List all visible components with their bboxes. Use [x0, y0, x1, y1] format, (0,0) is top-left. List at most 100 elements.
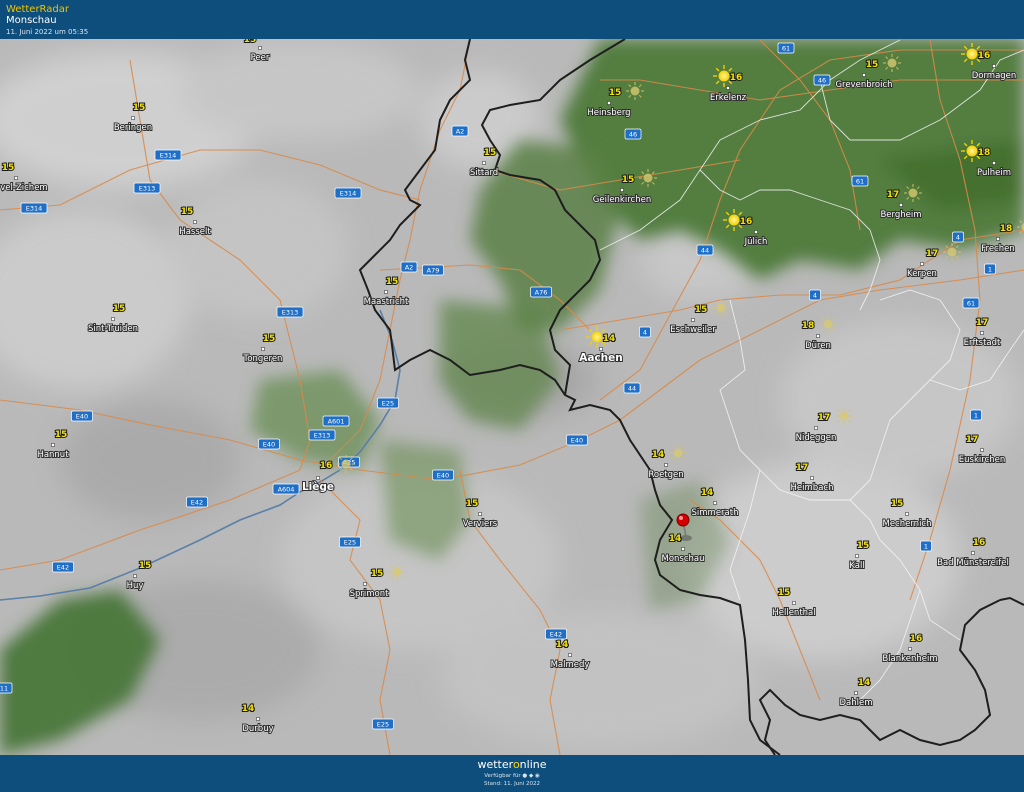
city-dot [14, 176, 18, 180]
temperature-label: 14 [701, 488, 714, 498]
partly-sunny-icon [626, 82, 644, 100]
temperature-label: 14 [556, 640, 569, 650]
road-sign: E314 [154, 149, 182, 161]
temperature-label: 14 [603, 334, 616, 344]
road-sign: E314 [20, 202, 48, 214]
road-sign-label: A601 [328, 417, 345, 425]
apple-icon[interactable]: ● [522, 773, 527, 779]
city-name: Sint-Truiden [88, 324, 138, 334]
temperature-label: 16 [320, 461, 333, 471]
road-sign-label: 1 [974, 411, 978, 419]
road-sign-label: 46 [818, 76, 826, 84]
city-name: Frechen [981, 244, 1015, 254]
city-name: Dormagen [972, 71, 1017, 81]
temperature-label: 14 [242, 704, 255, 714]
temperature-label: 15 [386, 277, 399, 287]
temperature-label: 16 [730, 73, 743, 83]
city-dot [908, 647, 912, 651]
road-sign: 1 [984, 263, 996, 275]
app-title: WetterRadar [6, 4, 70, 15]
road-sign: E42 [545, 628, 567, 640]
road-sign: A76 [530, 286, 552, 298]
city-name: Kerpen [907, 269, 937, 279]
city-dot [980, 448, 984, 452]
windows-icon[interactable]: ◉ [535, 773, 540, 779]
radar-map[interactable]: A2 A2 A79 A76 E314 E314 E314 E313 E313 E313 E40 E40… [0, 39, 1024, 755]
road-sign: 46 [813, 74, 831, 86]
city-name: Verviers [463, 519, 498, 529]
city-dot [478, 512, 482, 516]
city-dot [854, 691, 858, 695]
road-sign: 61 [777, 42, 795, 54]
partly-sunny-icon [337, 455, 355, 473]
timestamp: 11. Juni 2022 um 05:35 [6, 28, 89, 36]
partly-sunny-icon [712, 299, 730, 317]
brand-logo[interactable]: wetteronline [0, 758, 1024, 771]
city-name: Bad Münstereifel [937, 558, 1009, 568]
partly-sunny-icon [669, 444, 687, 462]
partly-sunny-icon [639, 169, 657, 187]
temperature-label: 15 [695, 305, 708, 315]
temperature-label: 16 [740, 217, 753, 227]
road-sign: E25 [339, 536, 361, 548]
temperature-label: 15 [244, 39, 257, 45]
city-name: Simmerath [692, 508, 739, 518]
road-sign-label: E40 [437, 471, 449, 479]
map-canvas[interactable]: A2 A2 A79 A76 E314 E314 E314 E313 E313 E313 E40 E40… [0, 39, 1024, 755]
temperature-label: 17 [976, 318, 989, 328]
city-name: Pulheim [977, 168, 1011, 178]
city-dot [681, 547, 685, 551]
temperature-label: 16 [910, 634, 923, 644]
temperature-label: 14 [652, 450, 665, 460]
city-name: Liège [302, 481, 334, 493]
temperature-label: 16 [973, 538, 986, 548]
partly-sunny-icon [943, 243, 961, 261]
road-sign-label: E25 [382, 399, 394, 407]
temperature-label: 17 [796, 463, 809, 473]
road-sign-label: E313 [139, 184, 156, 192]
road-sign-label: E42 [550, 630, 562, 638]
city-dot [792, 601, 796, 605]
road-sign: E313 [133, 182, 161, 194]
temperature-label: 15 [466, 499, 479, 509]
road-sign-label: 4 [956, 233, 960, 241]
road-sign: 44 [623, 382, 641, 394]
city-dot [620, 188, 624, 192]
city-dot [261, 347, 265, 351]
availability-text: Verfügbar für [484, 773, 521, 779]
temperature-label: 15 [263, 334, 276, 344]
city-name: Beringen [114, 123, 152, 133]
city-name: Peer [251, 53, 270, 63]
road-sign: E313 [276, 306, 304, 318]
android-icon[interactable]: ◆ [529, 773, 533, 779]
city-name: Sittard [470, 168, 498, 178]
city-dot [599, 347, 603, 351]
city-dot [258, 46, 262, 50]
city-name: Sprimont [350, 589, 390, 599]
city-dot [855, 554, 859, 558]
partly-sunny-icon [883, 54, 901, 72]
road-sign: 4 [809, 289, 821, 301]
temperature-label: 15 [866, 60, 879, 70]
temperature-label: 15 [484, 148, 497, 158]
city-name: Durbuy [242, 724, 273, 734]
road-sign-label: 61 [967, 299, 975, 307]
city-name: Mechernich [882, 519, 931, 529]
road-sign: 46 [624, 128, 642, 140]
city-dot [899, 203, 903, 207]
temperature-label: 15 [55, 430, 68, 440]
road-sign: E314 [334, 187, 362, 199]
road-sign: 61 [962, 297, 980, 309]
city-name: Düren [805, 341, 831, 351]
road-sign-label: 1 [988, 265, 992, 273]
city-name: Heinsberg [587, 108, 630, 118]
temperature-label: 15 [371, 569, 384, 579]
city-name: Maastricht [364, 297, 409, 307]
road-sign: E25 [372, 718, 394, 730]
city-dot [920, 262, 924, 266]
temperature-label: 15 [622, 175, 635, 185]
temperature-label: 17 [926, 249, 939, 259]
road-sign: E40 [566, 434, 588, 446]
road-sign: E40 [258, 438, 280, 450]
footer-bar: wetteronline Verfügbar für ● ◆ ◉ Stand: … [0, 755, 1024, 792]
